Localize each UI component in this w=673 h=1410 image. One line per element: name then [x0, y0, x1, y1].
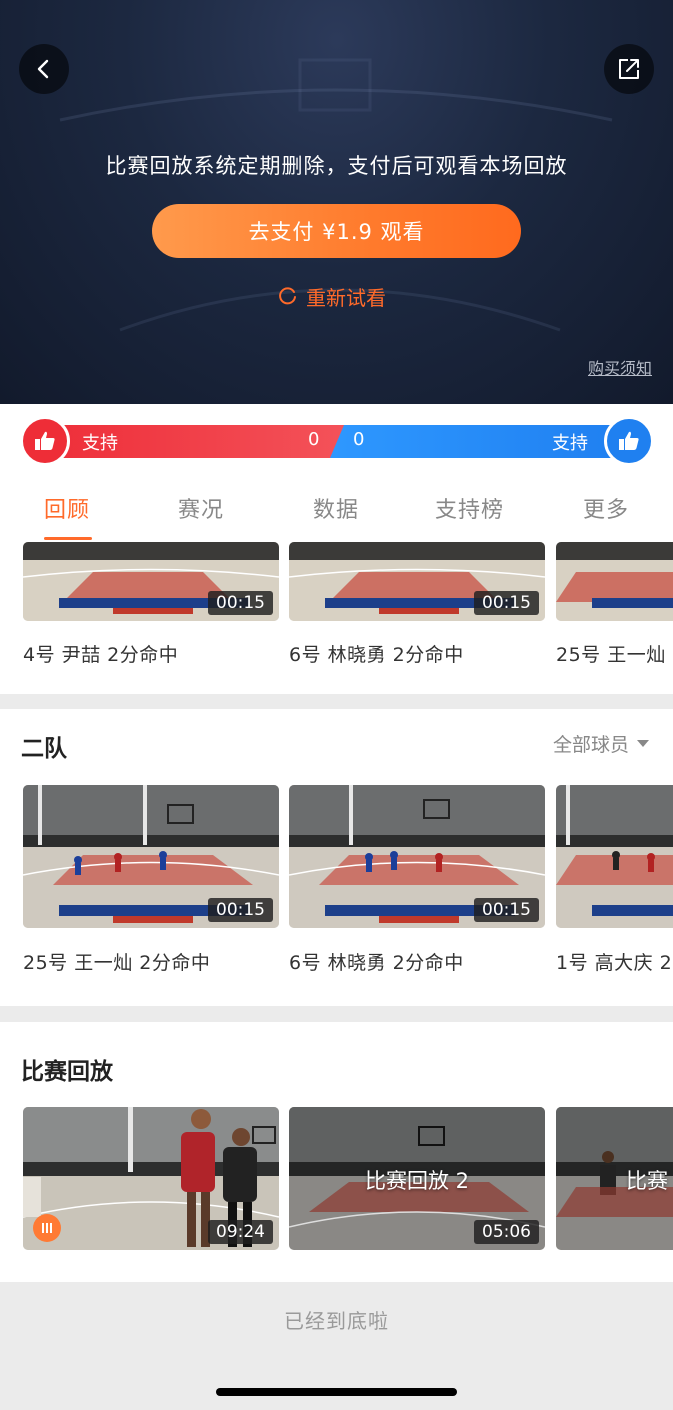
replay-thumbnail: 比赛 [556, 1107, 673, 1250]
support-panel: 支持 0 0 支持 回顾 赛况 数据 支持榜 更多 [0, 404, 673, 540]
team2-support-button[interactable] [604, 416, 654, 466]
clip-duration: 00:15 [208, 898, 273, 922]
clip-caption: 1号 高大庆 2 [556, 952, 673, 974]
end-of-list-text: 已经到底啦 [284, 1309, 389, 1333]
paywall-message: 比赛回放系统定期删除，支付后可观看本场回放 [105, 154, 568, 178]
share-button[interactable] [604, 44, 654, 94]
section-title: 二队 [21, 736, 67, 762]
game-replays: 比赛回放 09:24 比赛回放 2 05:06 比赛 [0, 1022, 673, 1282]
clip-caption: 25号 王一灿 2分命中 [23, 952, 211, 974]
pause-icon [42, 1223, 52, 1233]
team2-support-label: 支持 [552, 433, 588, 454]
thumbs-up-icon [35, 431, 55, 450]
section-title: 比赛回放 [21, 1059, 113, 1085]
replay-thumbnail: 09:24 [23, 1107, 279, 1250]
replay-duration: 05:06 [474, 1220, 539, 1244]
clip-caption: 4号 尹喆 2分命中 [23, 644, 179, 666]
caret-down-icon [637, 740, 649, 747]
replay-thumbnail: 比赛回放 2 05:06 [289, 1107, 545, 1250]
clip-caption: 25号 王一灿 [556, 644, 666, 666]
clip-caption: 6号 林晓勇 2分命中 [289, 644, 464, 666]
filter-label: 全部球员 [552, 734, 629, 756]
clip-thumbnail [556, 542, 673, 621]
team1-highlights: 00:15 4号 尹喆 2分命中 00:15 6号 林晓勇 2分命中 25号 王… [0, 540, 673, 694]
refresh-icon [279, 287, 296, 305]
video-player[interactable]: 比赛回放系统定期删除，支付后可观看本场回放 去支付 ¥1.9 观看 重新试看 购… [0, 0, 673, 404]
video-background [59, 58, 613, 332]
tab-live-status[interactable]: 赛况 [178, 492, 224, 524]
clip-thumbnail [556, 785, 673, 928]
clip-thumbnail: 00:15 [289, 785, 545, 928]
replay-duration: 09:24 [208, 1220, 273, 1244]
team1-support-count: 0 [308, 429, 320, 450]
replay-title: 比赛回放 2 [364, 1169, 470, 1193]
tab-support-rank[interactable]: 支持榜 [435, 492, 504, 524]
clip-thumbnail: 00:15 [23, 785, 279, 928]
support-bar: 支持 0 0 支持 [20, 416, 654, 466]
clip-duration: 00:15 [474, 898, 539, 922]
clip-duration: 00:15 [474, 591, 539, 615]
clip-thumbnail: 00:15 [289, 542, 545, 621]
purchase-notice-link[interactable]: 购买须知 [588, 355, 652, 379]
chevron-left-icon [37, 59, 49, 79]
pay-button[interactable]: 去支付 ¥1.9 观看 [152, 204, 521, 258]
retry-trial-link[interactable]: 重新试看 [278, 283, 386, 310]
retry-trial-label: 重新试看 [306, 285, 386, 310]
clip-caption: 6号 林晓勇 2分命中 [289, 952, 464, 974]
tab-stats[interactable]: 数据 [313, 492, 359, 524]
player-filter-dropdown[interactable]: 全部球员 [553, 730, 649, 757]
team1-support-button[interactable] [20, 416, 70, 466]
share-icon [619, 59, 639, 79]
clip-thumbnail: 00:15 [23, 542, 279, 621]
tab-review[interactable]: 回顾 [44, 492, 90, 524]
back-button[interactable] [19, 44, 69, 94]
team2-highlights: 二队 全部球员 00:15 25号 王一灿 2分命中 00:15 6号 林晓勇 … [0, 709, 673, 1006]
pause-button[interactable] [33, 1214, 61, 1242]
team1-support-label: 支持 [82, 433, 118, 454]
tab-bar: 回顾 赛况 数据 支持榜 更多 [0, 480, 673, 540]
thumbs-up-icon [619, 431, 639, 450]
team2-support-count: 0 [353, 429, 365, 450]
clip-duration: 00:15 [208, 591, 273, 615]
home-indicator[interactable] [216, 1388, 457, 1396]
replay-title: 比赛 [626, 1169, 668, 1193]
tab-more[interactable]: 更多 [583, 492, 629, 524]
